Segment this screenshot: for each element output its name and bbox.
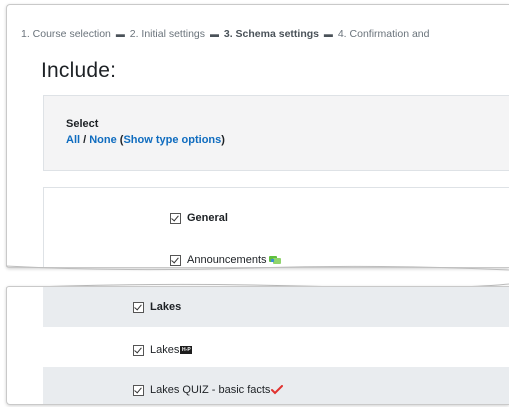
activity-lakes-quiz-label: Lakes QUIZ - basic facts [150, 384, 271, 396]
breadcrumb-separator: ▬ [115, 29, 125, 39]
select-links: All / None (Show type options) [66, 134, 225, 146]
select-panel: Select All / None (Show type options) [43, 95, 509, 171]
activity-lakes-label: Lakes [150, 344, 180, 356]
breadcrumb-step-course-selection: 1. Course selection [21, 28, 111, 40]
section-lakes-row[interactable]: Lakes [133, 301, 181, 313]
breadcrumb-separator: ▬ [323, 29, 333, 39]
show-type-options-link[interactable]: Show type options [123, 134, 221, 146]
items-panel: General Announcements [43, 187, 509, 267]
select-label: Select [66, 118, 99, 130]
breadcrumb-step-schema-settings: 3. Schema settings [223, 28, 319, 40]
checkbox-icon[interactable] [133, 344, 144, 356]
page-title: Include: [41, 59, 117, 82]
quiz-checkmark-icon [271, 385, 284, 395]
activity-announcements-row[interactable]: Announcements [170, 254, 282, 266]
section-lakes-band [43, 287, 509, 327]
checkbox-icon[interactable] [170, 254, 181, 266]
section-general-label: General [187, 212, 228, 224]
select-all-link[interactable]: All [66, 134, 80, 146]
checkbox-icon[interactable] [170, 212, 181, 224]
section-lakes-label: Lakes [150, 301, 182, 313]
activity-lakes-band [43, 327, 509, 367]
select-none-link[interactable]: None [89, 134, 117, 146]
activity-lakes-quiz-row[interactable]: Lakes QUIZ - basic facts [133, 384, 284, 396]
breadcrumb: 1. Course selection ▬ 2. Initial setting… [21, 28, 429, 40]
lower-page-fragment: Lakes Lakes H-P Lakes QUIZ - basic facts [6, 286, 509, 405]
close-paren: ) [221, 134, 225, 146]
activity-announcements-label: Announcements [187, 254, 267, 266]
breadcrumb-step-confirmation: 4. Confirmation and [337, 28, 430, 40]
select-divider: / [80, 134, 90, 146]
activity-lakes-row[interactable]: Lakes H-P [133, 344, 193, 356]
breadcrumb-step-initial-settings: 2. Initial settings [129, 28, 206, 40]
h5p-icon: H-P [180, 346, 193, 354]
forum-icon [268, 255, 282, 265]
checkbox-icon[interactable] [133, 384, 144, 396]
upper-page-fragment: 1. Course selection ▬ 2. Initial setting… [6, 4, 509, 268]
section-general-row[interactable]: General [170, 212, 228, 224]
breadcrumb-separator: ▬ [209, 29, 219, 39]
checkbox-icon[interactable] [133, 301, 144, 313]
